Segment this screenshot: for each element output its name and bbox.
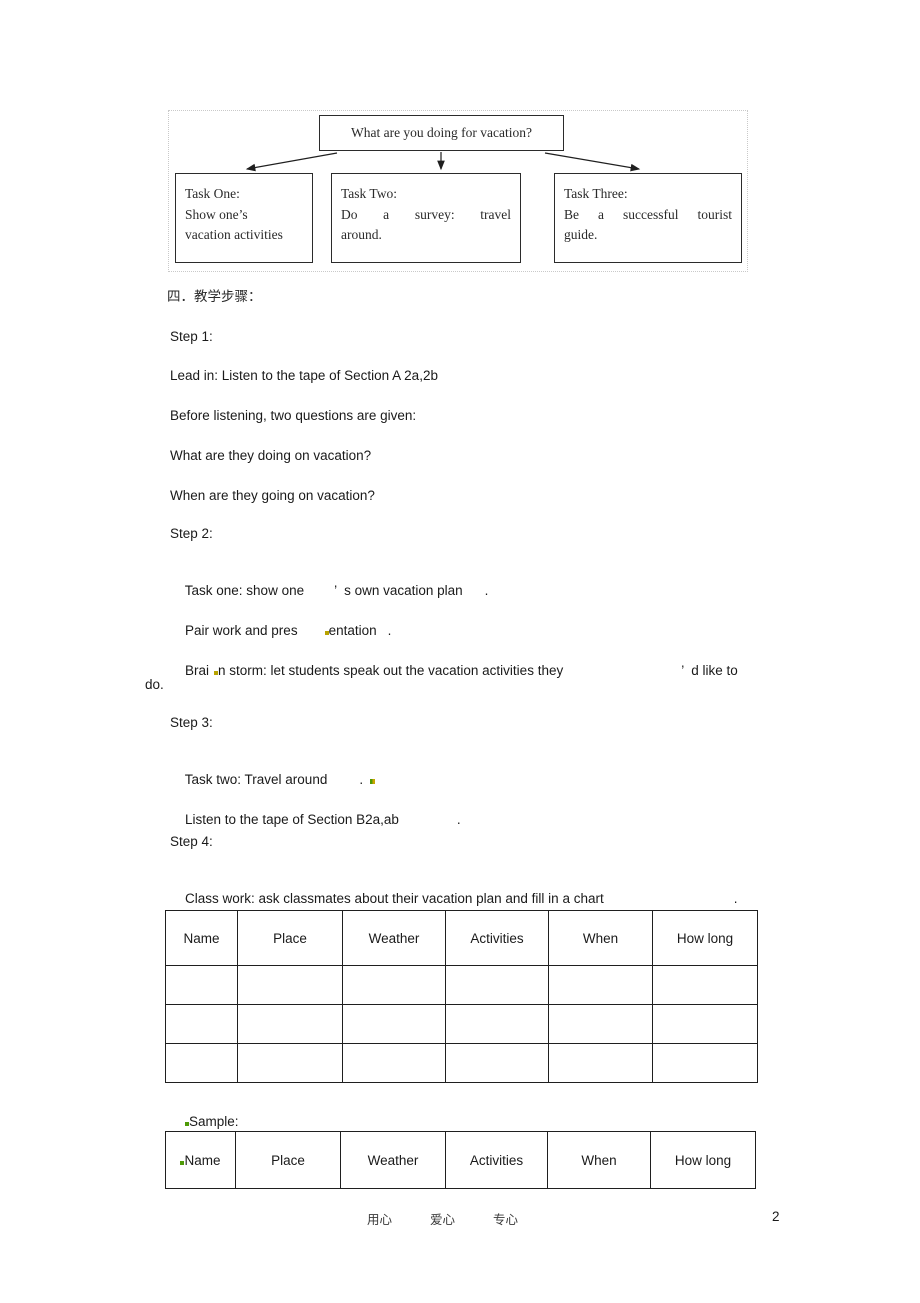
step-2-line-1-part-b: s own vacation plan: [344, 583, 463, 598]
table-cell[interactable]: [548, 1004, 653, 1044]
task-two-line-1: Do a survey: travel: [341, 206, 511, 222]
step-2-line-3-part-c: d like to: [691, 663, 738, 678]
step-2-line-2-part-a: Pair work and pres: [185, 623, 298, 638]
step-2-line-3-part-a: Brai: [185, 663, 210, 678]
table-row: [165, 1004, 758, 1044]
sample-header-activities: Activities: [445, 1131, 548, 1189]
step-1-line-1: Lead in: Listen to the tape of Section A…: [170, 368, 438, 383]
sample-header-name: Name: [165, 1131, 236, 1189]
table-header-activities: Activities: [445, 910, 549, 966]
table-header-name: Name: [165, 910, 238, 966]
step-1-line-2: Before listening, two questions are give…: [170, 408, 417, 423]
step-1-label: Step 1:: [170, 329, 213, 344]
table-header-howlong: How long: [652, 910, 758, 966]
diagram-task-two-box: Task Two: Do a survey: travel around.: [331, 173, 521, 263]
task-two-line-2: around.: [341, 227, 382, 243]
step-3-label: Step 3:: [170, 715, 213, 730]
page-number: 2: [772, 1209, 780, 1224]
table-cell[interactable]: [165, 965, 238, 1005]
footer-term-2: 爱心: [430, 1212, 456, 1227]
task-one-line-2: vacation activities: [185, 227, 283, 243]
sample-header-weather: Weather: [340, 1131, 446, 1189]
step-2-line-3: Brai n storm: let students speak out the …: [170, 644, 738, 698]
table-cell[interactable]: [445, 965, 549, 1005]
ocr-artifact-mark: [370, 779, 376, 784]
table-cell[interactable]: [445, 1043, 549, 1083]
document-page: What are you doing for vacation? Task On…: [0, 0, 920, 1303]
diagram-task-three-box: Task Three: Be a successful tourist guid…: [554, 173, 742, 263]
table-cell[interactable]: [548, 1043, 653, 1083]
table-cell[interactable]: [652, 1043, 758, 1083]
table-cell[interactable]: [342, 965, 446, 1005]
step-4-label: Step 4:: [170, 834, 213, 849]
diagram-title-text: What are you doing for vacation?: [350, 124, 533, 140]
sample-header-when: When: [547, 1131, 651, 1189]
step-3-line-1-period: .: [359, 772, 364, 787]
table-cell[interactable]: [652, 965, 758, 1005]
table-header-when: When: [548, 910, 653, 966]
sample-label-text: Sample:: [189, 1114, 239, 1129]
table-cell[interactable]: [237, 965, 343, 1005]
ocr-artifact-mark: [185, 1122, 190, 1126]
ocr-artifact-mark: [214, 671, 219, 675]
table-cell[interactable]: [342, 1043, 446, 1083]
task-three-line-1: Be a successful tourist: [564, 206, 732, 222]
step-3-line-2-text: Listen to the tape of Section B2a,ab: [185, 812, 399, 827]
section-heading: 四．教学步骤：: [167, 289, 262, 305]
step-3-line-2-period: .: [456, 812, 461, 827]
table-header-weather: Weather: [342, 910, 446, 966]
table-header-place: Place: [237, 910, 343, 966]
diagram-task-one-box: Task One: Show one’s vacation activities: [175, 173, 313, 263]
apostrophe-glyph: ’: [681, 663, 685, 678]
ocr-artifact-mark: [324, 631, 329, 635]
sample-header-name-text: Name: [184, 1152, 221, 1168]
table-cell[interactable]: [445, 1004, 549, 1044]
table-row: [165, 1043, 758, 1083]
table-cell[interactable]: [237, 1043, 343, 1083]
step-3-line-2: Listen to the tape of Section B2a,ab.: [170, 793, 461, 847]
table-header-row: Name Place Weather Activities When How l…: [165, 910, 758, 966]
step-2-line-1-part-a: Task one: show one: [184, 583, 305, 598]
step-2-line-1-period: .: [484, 583, 489, 598]
sample-table-header-row: Name Place Weather Activities When How l…: [165, 1131, 756, 1189]
step-4-line-1-text: Class work: ask classmates about their v…: [185, 891, 604, 906]
survey-table: Name Place Weather Activities When How l…: [165, 910, 758, 1083]
sample-header-place: Place: [235, 1131, 341, 1189]
table-cell[interactable]: [342, 1004, 446, 1044]
step-2-line-3-wrap: do.: [145, 677, 164, 692]
diagram-title-box: What are you doing for vacation?: [319, 115, 564, 151]
task-three-line-2: guide.: [564, 227, 598, 243]
apostrophe-glyph: ’: [334, 583, 338, 598]
step-1-line-3: What are they doing on vacation?: [170, 448, 372, 463]
step-4-line-1-period: .: [733, 891, 738, 906]
table-cell[interactable]: [652, 1004, 758, 1044]
task-one-line-1: Show one’s: [185, 206, 248, 222]
step-1-line-4: When are they going on vacation?: [170, 488, 375, 503]
footer-term-1: 用心: [367, 1212, 393, 1227]
table-cell[interactable]: [548, 965, 653, 1005]
table-cell[interactable]: [165, 1043, 238, 1083]
sample-header-howlong: How long: [650, 1131, 756, 1189]
task-two-heading: Task Two:: [341, 186, 397, 201]
table-cell[interactable]: [165, 1004, 238, 1044]
task-one-heading: Task One:: [185, 186, 240, 201]
footer-term-3: 专心: [493, 1212, 519, 1227]
step-2-line-2-period: .: [387, 623, 392, 638]
sample-table: Name Place Weather Activities When How l…: [165, 1131, 756, 1189]
step-3-line-1-text: Task two: Travel around: [184, 772, 328, 787]
ocr-artifact-mark: [180, 1160, 185, 1165]
task-flow-diagram: What are you doing for vacation? Task On…: [168, 110, 748, 272]
step-2-line-3-part-b: n storm: let students speak out the vaca…: [218, 663, 564, 678]
step-2-label: Step 2:: [170, 526, 213, 541]
table-cell[interactable]: [237, 1004, 343, 1044]
task-three-heading: Task Three:: [564, 186, 628, 201]
table-row: [165, 965, 758, 1005]
step-2-line-2-part-b: entation: [328, 623, 377, 638]
